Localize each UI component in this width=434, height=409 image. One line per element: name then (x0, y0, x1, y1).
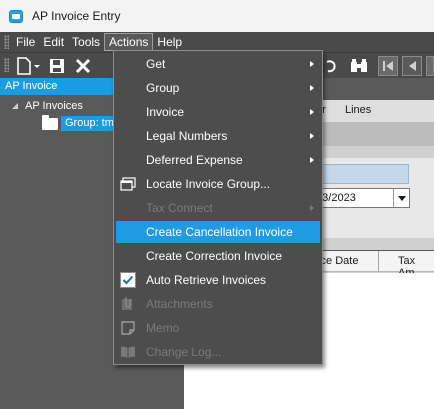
menu-edit[interactable]: Edit (39, 33, 68, 51)
tab-lines[interactable]: Lines (345, 104, 371, 116)
actions-dropdown-menu: Get Group Invoice Legal Numbers Deferred… (113, 50, 323, 365)
menu-item-label: Tax Connect (146, 201, 213, 215)
menubar-grip-icon[interactable] (4, 35, 9, 49)
menu-item-create-correction-invoice[interactable]: Create Correction Invoice (116, 245, 320, 267)
menu-item-get[interactable]: Get (116, 53, 320, 75)
menu-item-label: Change Log... (146, 345, 222, 359)
submenu-arrow-icon (310, 85, 314, 91)
menu-item-label: Locate Invoice Group... (146, 177, 271, 191)
refresh-icon (326, 60, 336, 73)
menu-item-memo[interactable]: Memo (116, 317, 320, 339)
submenu-arrow-icon (310, 157, 314, 163)
collapse-triangle-icon[interactable] (10, 101, 20, 111)
menu-item-label: Deferred Expense (146, 153, 243, 167)
menu-tools[interactable]: Tools (68, 33, 104, 51)
tree-group-node[interactable]: Group: tm (42, 114, 118, 131)
memo-icon (120, 320, 136, 336)
submenu-arrow-icon (310, 205, 314, 211)
menu-item-group[interactable]: Group (116, 77, 320, 99)
menu-item-attachments[interactable]: Attachments (116, 293, 320, 315)
menu-item-label: Get (146, 57, 166, 71)
menu-item-legal-numbers[interactable]: Legal Numbers (116, 125, 320, 147)
menu-item-tax-connect[interactable]: Tax Connect (116, 197, 320, 219)
first-record-button[interactable] (378, 56, 398, 76)
delete-button[interactable] (72, 55, 94, 77)
toolbar-grip-icon[interactable] (4, 58, 9, 72)
menu-actions[interactable]: Actions (104, 33, 154, 51)
menu-item-label: Memo (146, 321, 180, 335)
chevron-down-icon (397, 196, 406, 201)
window-title: AP Invoice Entry (32, 9, 121, 23)
title-bar: AP Invoice Entry (0, 0, 434, 32)
tree-root-item[interactable]: AP Invoices (10, 100, 83, 112)
window-icon (120, 176, 136, 192)
menu-item-deferred-expense[interactable]: Deferred Expense (116, 149, 320, 171)
menu-item-auto-retrieve-invoices[interactable]: Auto Retrieve Invoices (116, 269, 320, 291)
menu-item-label: Auto Retrieve Invoices (146, 273, 267, 287)
save-button[interactable] (46, 55, 68, 77)
menu-bar: File Edit Tools Actions Help (0, 32, 434, 52)
new-button[interactable] (14, 55, 44, 77)
submenu-arrow-icon (310, 133, 314, 139)
tree-root-label: AP Invoices (25, 100, 83, 112)
window-app-icon (9, 9, 23, 23)
menu-item-label: Attachments (146, 297, 213, 311)
folder-icon (42, 114, 58, 130)
submenu-arrow-icon (310, 109, 314, 115)
menu-item-change-log[interactable]: Change Log... (116, 341, 320, 363)
menu-item-label: Create Correction Invoice (146, 249, 283, 263)
search-icon (351, 59, 367, 72)
paperclip-icon (120, 296, 136, 312)
menu-item-invoice[interactable]: Invoice (116, 101, 320, 123)
previous-record-icon (409, 61, 416, 71)
menu-item-create-cancellation-invoice[interactable]: Create Cancellation Invoice (116, 221, 320, 243)
checkmark-icon (120, 272, 136, 288)
first-record-icon (383, 61, 393, 71)
previous-record-button[interactable] (402, 56, 422, 76)
menu-item-label: Invoice (146, 105, 185, 119)
menu-item-label: Create Cancellation Invoice (146, 225, 293, 239)
search-button[interactable] (348, 55, 370, 77)
next-record-button[interactable] (426, 56, 434, 76)
new-icon (17, 57, 40, 75)
date-dropdown-button[interactable] (393, 189, 409, 207)
refresh-button[interactable] (322, 55, 340, 77)
menu-file[interactable]: File (12, 33, 39, 51)
save-icon (50, 59, 64, 73)
column-separator[interactable] (378, 251, 379, 272)
menu-item-label: Legal Numbers (146, 129, 228, 143)
book-icon (120, 344, 136, 360)
menu-item-label: Group (146, 81, 180, 95)
delete-icon (75, 58, 91, 74)
tree-group-label: Group: tm (61, 116, 118, 131)
menu-item-locate-invoice-group[interactable]: Locate Invoice Group... (116, 173, 320, 195)
menu-help[interactable]: Help (153, 33, 186, 51)
submenu-arrow-icon (310, 61, 314, 67)
